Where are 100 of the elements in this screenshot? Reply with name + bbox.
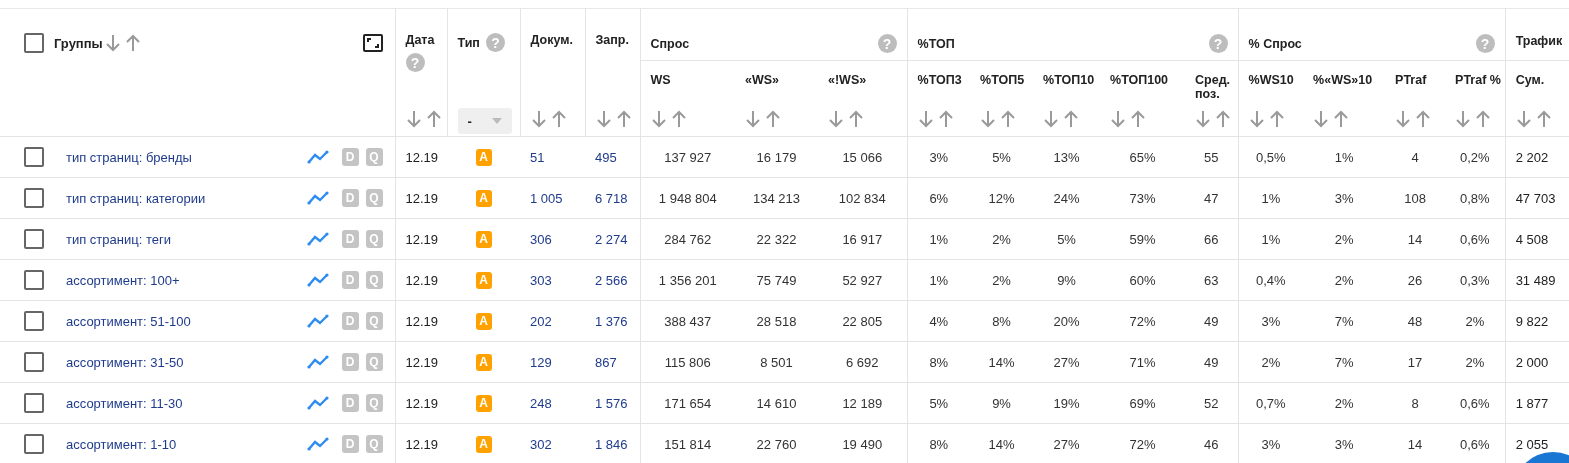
table-cell: 5% xyxy=(992,149,1011,165)
docs-link[interactable]: 248 xyxy=(530,395,552,411)
queries-link[interactable]: 1 576 xyxy=(595,395,628,411)
docs-link[interactable]: 1 005 xyxy=(530,190,563,206)
sort-descending-button[interactable] xyxy=(1313,110,1330,128)
line-chart-icon[interactable] xyxy=(306,191,329,205)
group-link[interactable]: ассортимент: 100+ xyxy=(66,272,180,288)
checkbox[interactable] xyxy=(24,352,44,372)
line-chart-icon[interactable] xyxy=(306,355,329,369)
group-link[interactable]: ассортимент: 51-100 xyxy=(66,313,191,329)
sort-ascending-button[interactable] xyxy=(848,110,864,128)
checkbox[interactable] xyxy=(24,229,44,249)
sort-descending-button[interactable] xyxy=(1515,110,1532,128)
table-cell: 0,7% xyxy=(1256,395,1286,411)
checkbox[interactable] xyxy=(24,434,44,454)
column-group-header: Трафик xyxy=(1515,34,1563,48)
sort-descending-button[interactable] xyxy=(917,110,934,128)
table-cell: 31 489 xyxy=(1515,272,1556,288)
table-cell: 75 749 xyxy=(756,272,797,288)
sort-ascending-button[interactable] xyxy=(1268,110,1285,128)
table-cell: 27% xyxy=(1053,436,1080,452)
sort-ascending-button[interactable] xyxy=(1000,110,1017,128)
sort-ascending-button[interactable] xyxy=(425,110,442,128)
table-cell: 0,6% xyxy=(1460,436,1490,452)
queries-link[interactable]: 6 718 xyxy=(595,190,628,206)
queries-link[interactable]: 1 376 xyxy=(595,313,628,329)
table-cell: 4% xyxy=(929,313,949,329)
line-chart-icon[interactable] xyxy=(306,314,329,328)
docs-link[interactable]: 129 xyxy=(530,354,552,370)
table-cell: 102 834 xyxy=(838,190,886,206)
sort-descending-button[interactable] xyxy=(1248,110,1265,128)
column-header: Сред. поз. xyxy=(1195,73,1232,101)
line-chart-icon[interactable] xyxy=(306,396,329,410)
sort-ascending-button[interactable] xyxy=(1130,110,1147,128)
group-link[interactable]: тип страниц: теги xyxy=(66,231,171,247)
checkbox[interactable] xyxy=(24,188,44,208)
sort-ascending-button[interactable] xyxy=(615,110,632,128)
sort-ascending-button[interactable] xyxy=(550,110,567,128)
sort-ascending-button[interactable] xyxy=(124,34,141,52)
queries-link[interactable]: 495 xyxy=(595,149,617,165)
group-link[interactable]: ассортимент: 31-50 xyxy=(66,354,184,370)
line-chart-icon[interactable] xyxy=(306,273,329,287)
sort-descending-button[interactable] xyxy=(405,110,422,128)
expand-icon[interactable] xyxy=(362,34,383,52)
table-cell: 171 654 xyxy=(664,395,712,411)
sort-ascending-button[interactable] xyxy=(1215,110,1232,128)
sort-ascending-button[interactable] xyxy=(937,110,954,128)
sort-descending-button[interactable] xyxy=(828,110,844,128)
sort-descending-button[interactable] xyxy=(1395,110,1412,128)
sort-descending-button[interactable] xyxy=(980,110,997,128)
docs-link[interactable]: 302 xyxy=(530,436,552,452)
sort-descending-button[interactable] xyxy=(1195,110,1212,128)
checkbox[interactable] xyxy=(24,393,44,413)
sort-ascending-button[interactable] xyxy=(765,110,781,128)
checkbox[interactable] xyxy=(24,147,44,167)
queries-link[interactable]: 2 274 xyxy=(595,231,628,247)
docs-link[interactable]: 303 xyxy=(530,272,552,288)
checkbox[interactable] xyxy=(24,311,44,331)
queries-link[interactable]: 1 846 xyxy=(595,436,628,452)
sort-ascending-button[interactable] xyxy=(1475,110,1492,128)
filter-dropdown[interactable]: - xyxy=(457,108,512,134)
group-link[interactable]: ассортимент: 11-30 xyxy=(66,395,183,411)
sort-descending-button[interactable] xyxy=(1043,110,1060,128)
sort-ascending-button[interactable] xyxy=(1333,110,1350,128)
table-cell: 14 xyxy=(1407,436,1423,452)
docs-link[interactable]: 306 xyxy=(530,231,552,247)
sort-ascending-button[interactable] xyxy=(1415,110,1432,128)
checkbox[interactable] xyxy=(24,33,44,53)
line-chart-icon[interactable] xyxy=(306,437,329,451)
table-cell: 6 692 xyxy=(846,354,879,370)
docs-link[interactable]: 51 xyxy=(530,149,545,165)
sort-descending-button[interactable] xyxy=(745,110,761,128)
table-cell: 0,6% xyxy=(1460,395,1490,411)
docs-link[interactable]: 202 xyxy=(530,313,552,329)
table-cell: 9 822 xyxy=(1515,313,1549,329)
sort-descending-button[interactable] xyxy=(1455,110,1472,128)
line-chart-icon[interactable] xyxy=(306,232,329,246)
column-header: Сум. xyxy=(1515,73,1546,87)
sort-descending-button[interactable] xyxy=(530,110,547,128)
table-cell: 22 760 xyxy=(756,436,797,452)
sort-descending-button[interactable] xyxy=(650,110,667,128)
column-header: «!WS» xyxy=(828,73,868,87)
checkbox[interactable] xyxy=(24,270,44,290)
sort-descending-button[interactable] xyxy=(595,110,612,128)
group-link[interactable]: тип страниц: бренды xyxy=(66,149,192,165)
sort-descending-button[interactable] xyxy=(1110,110,1127,128)
sort-descending-button[interactable] xyxy=(104,34,121,52)
queries-link[interactable]: 867 xyxy=(595,354,617,370)
queries-link[interactable]: 2 566 xyxy=(595,272,628,288)
group-link[interactable]: ассортимент: 1-10 xyxy=(66,436,177,452)
table-cell: 3% xyxy=(1261,313,1281,329)
column-group-header: % Спрос xyxy=(1248,36,1302,51)
type-badge: A xyxy=(475,230,492,248)
table-cell: 12.19 xyxy=(405,190,439,206)
line-chart-icon[interactable] xyxy=(306,150,329,164)
sort-ascending-button[interactable] xyxy=(1063,110,1080,128)
group-link[interactable]: тип страниц: категории xyxy=(66,190,206,206)
sort-ascending-button[interactable] xyxy=(670,110,687,128)
sort-ascending-button[interactable] xyxy=(1535,110,1552,128)
table-cell: 55 xyxy=(1204,149,1219,165)
